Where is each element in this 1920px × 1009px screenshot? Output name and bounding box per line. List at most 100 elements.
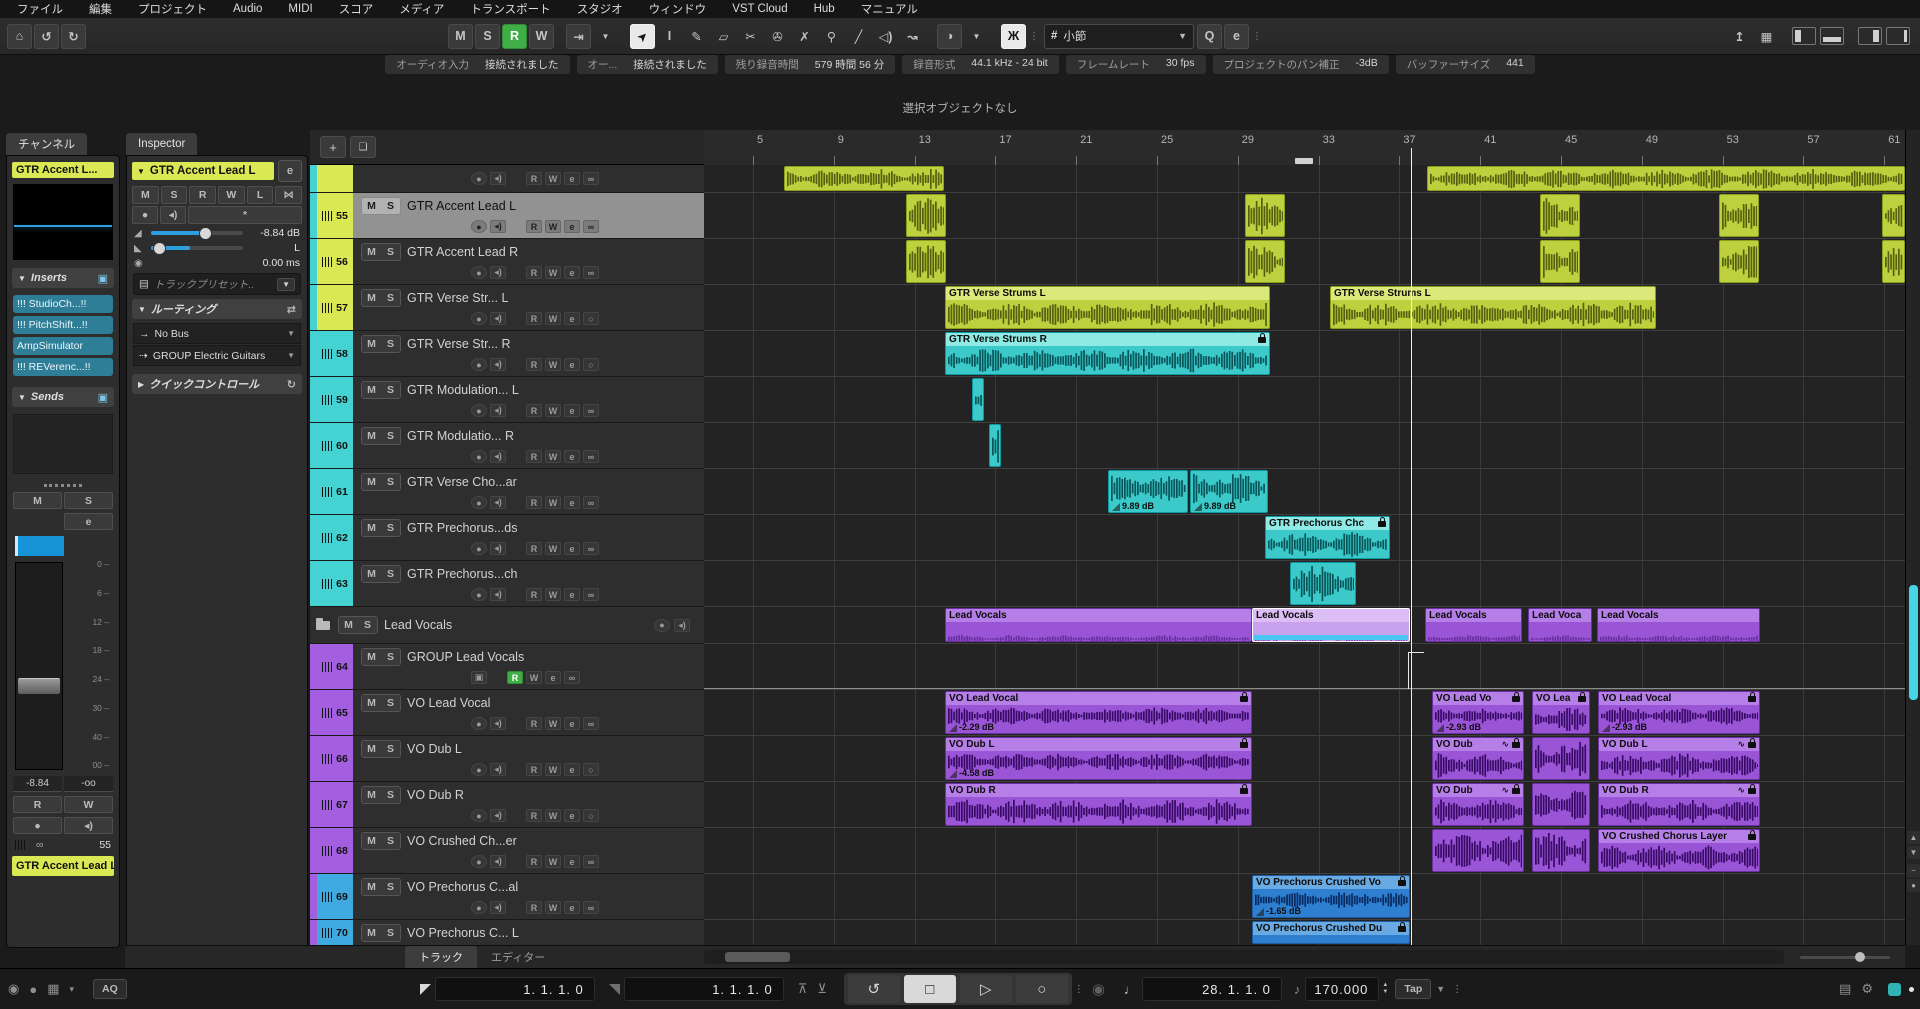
track-solo-button[interactable]: S xyxy=(381,520,400,536)
monitor-icon[interactable]: ◂) xyxy=(490,266,506,279)
track-name[interactable]: GTR Verse Cho...ar xyxy=(407,475,517,489)
grid-type-select[interactable]: # 小節 ▼ xyxy=(1044,24,1194,49)
read-automation-icon[interactable]: R xyxy=(526,404,542,417)
audio-event[interactable] xyxy=(1540,194,1580,237)
menu-item-スコア[interactable]: スコア xyxy=(326,0,387,18)
track-row-62[interactable]: 62MSGTR Prechorus...ds●◂)RWe∞ xyxy=(310,515,704,561)
track-mute-button[interactable]: M xyxy=(362,566,381,582)
channel-config-icon[interactable]: ∞ xyxy=(583,542,599,555)
audio-event-gtr-verse-strums-r[interactable]: GTR Verse Strums R xyxy=(945,332,1270,375)
track-row-64[interactable]: 64MSGROUP Lead Vocals▣RWe∞ xyxy=(310,644,704,690)
channel-read-button[interactable]: R xyxy=(13,796,62,813)
edit-channel-icon[interactable]: e xyxy=(564,266,580,279)
tab-track[interactable]: トラック xyxy=(405,946,477,968)
audio-event[interactable] xyxy=(1432,829,1524,872)
record-arm-icon[interactable]: ● xyxy=(471,358,487,371)
track-name[interactable]: VO Prechorus C... L xyxy=(407,926,519,940)
audio-event-vo-prechorus-crushed-vo[interactable]: VO Prechorus Crushed Vo-1.65 dB xyxy=(1252,875,1410,918)
track-name[interactable]: GTR Modulation... L xyxy=(407,383,519,397)
track-color-block[interactable]: 67 xyxy=(317,782,353,827)
channel-config-icon[interactable]: ○ xyxy=(583,809,599,822)
record-arm-icon[interactable]: ● xyxy=(471,901,487,914)
inspector-write-button[interactable]: W xyxy=(218,186,245,204)
write-automation-icon[interactable]: W xyxy=(545,542,561,555)
audio-event-vo-dub-r[interactable]: VO Dub R∿ xyxy=(1598,783,1760,826)
audition-tool[interactable]: ◁) xyxy=(873,24,898,49)
channel-config-icon[interactable]: ∞ xyxy=(583,404,599,417)
monitor-icon[interactable]: ◂) xyxy=(490,450,506,463)
horizontal-scroll-handle[interactable] xyxy=(725,952,790,962)
audio-event[interactable] xyxy=(1719,240,1759,283)
window-setup-button[interactable] xyxy=(1886,27,1910,45)
monitor-icon[interactable]: ◂) xyxy=(490,809,506,822)
zoom-slider-handle[interactable] xyxy=(1855,952,1865,962)
menu-item-編集[interactable]: 編集 xyxy=(76,0,125,18)
event-display[interactable]: GTR Verse Strums LGTR Verse Strums LGTR … xyxy=(704,165,1905,945)
monitor-icon[interactable]: ◂) xyxy=(490,763,506,776)
track-row-65[interactable]: 65MSVO Lead Vocal●◂)RWe∞ xyxy=(310,690,704,736)
monitor-icon[interactable]: ◂) xyxy=(490,404,506,417)
channel-level-readout[interactable]: -8.84 xyxy=(13,776,62,792)
track-solo-button[interactable]: S xyxy=(381,833,400,849)
audio-event-lead-vocals[interactable]: Lead Vocals xyxy=(1425,608,1522,642)
track-row-55[interactable]: 55MSGTR Accent Lead L●◂)RWe∞ xyxy=(310,193,704,239)
edit-channel-icon[interactable]: e xyxy=(564,496,580,509)
track-solo-button[interactable]: S xyxy=(381,566,400,582)
menu-item-トランスポート[interactable]: トランスポート xyxy=(457,0,563,18)
horizontal-scrollbar[interactable] xyxy=(704,950,1784,964)
inspector-edit-button[interactable]: e xyxy=(278,160,302,182)
edit-channel-icon[interactable]: e xyxy=(564,901,580,914)
mixer-icon[interactable]: ▦ xyxy=(47,981,59,997)
channel-config-icon[interactable]: ∞ xyxy=(583,450,599,463)
channel-fader[interactable] xyxy=(15,562,63,770)
undo-button[interactable]: ↺ xyxy=(34,24,59,49)
folder-icon[interactable] xyxy=(316,621,330,630)
read-automation-icon[interactable]: R xyxy=(526,717,542,730)
track-row-67[interactable]: 67MSVO Dub R●◂)RWe○ xyxy=(310,782,704,828)
audio-event-vo-dub[interactable]: VO Dub∿ xyxy=(1432,737,1524,780)
track-color-block[interactable]: 57 xyxy=(317,285,353,330)
track-mute-button[interactable]: M xyxy=(362,649,381,665)
inserts-section-header[interactable]: ▼ Inserts ▣ xyxy=(12,268,114,288)
edit-channel-icon[interactable]: e xyxy=(564,172,580,185)
record-arm-icon[interactable]: ● xyxy=(654,619,670,632)
edit-channel-icon[interactable]: e xyxy=(564,542,580,555)
audio-event-vo-dub[interactable]: VO Dub∿ xyxy=(1432,783,1524,826)
edit-channel-icon[interactable]: e xyxy=(564,588,580,601)
track-row-folder[interactable]: MSLead Vocals●◂) xyxy=(310,607,704,644)
channel-config-icon[interactable]: ∞ xyxy=(583,496,599,509)
insert-slot[interactable]: !!! StudioCh...!! xyxy=(13,295,113,313)
menu-item-スタジオ[interactable]: スタジオ xyxy=(564,0,636,18)
glue-tool[interactable]: ✇ xyxy=(765,24,790,49)
window-zone-left-button[interactable] xyxy=(1792,27,1816,45)
write-automation-icon[interactable]: W xyxy=(545,404,561,417)
channel-config-icon[interactable]: ∞ xyxy=(583,901,599,914)
track-row-63[interactable]: 63MSGTR Prechorus...ch●◂)RWe∞ xyxy=(310,561,704,607)
track-solo-button[interactable]: S xyxy=(381,290,400,306)
track-color-block[interactable]: 60 xyxy=(317,423,353,468)
audio-event-vo-lea[interactable]: VO Lea xyxy=(1532,691,1590,734)
record-arm-icon[interactable]: ● xyxy=(471,220,487,233)
track-solo-button[interactable]: S xyxy=(358,617,377,633)
iterative-quantize-button[interactable]: e xyxy=(1224,24,1249,49)
edit-channel-icon[interactable]: e xyxy=(564,855,580,868)
track-mute-button[interactable]: M xyxy=(362,520,381,536)
write-automation-icon[interactable]: W xyxy=(545,450,561,463)
audio-event-lead-voca[interactable]: Lead Voca xyxy=(1528,608,1592,642)
autoscroll-dropdown[interactable]: ▼ xyxy=(593,24,618,49)
monitor-icon[interactable]: ◂) xyxy=(490,358,506,371)
track-solo-button[interactable]: S xyxy=(381,925,400,941)
track-mute-button[interactable]: M xyxy=(362,382,381,398)
track-color-block[interactable]: 70 xyxy=(317,920,353,945)
track-color-block[interactable]: 69 xyxy=(317,874,353,919)
inspector-track-header[interactable]: ▼ GTR Accent Lead L xyxy=(132,162,274,180)
track-mute-button[interactable]: M xyxy=(362,198,381,214)
read-automation-icon[interactable]: R xyxy=(526,763,542,776)
monitor-icon[interactable]: ◂) xyxy=(674,619,690,632)
track-row-58[interactable]: 58MSGTR Verse Str... R●◂)RWe○ xyxy=(310,331,704,377)
input-routing-select[interactable]: → No Bus ▼ xyxy=(133,323,301,344)
split-tool[interactable]: ✂ xyxy=(738,24,763,49)
sends-section-header[interactable]: ▼ Sends ▣ xyxy=(12,387,114,407)
track-color-block[interactable]: 65 xyxy=(317,690,353,735)
track-name[interactable]: GROUP Lead Vocals xyxy=(407,650,524,664)
